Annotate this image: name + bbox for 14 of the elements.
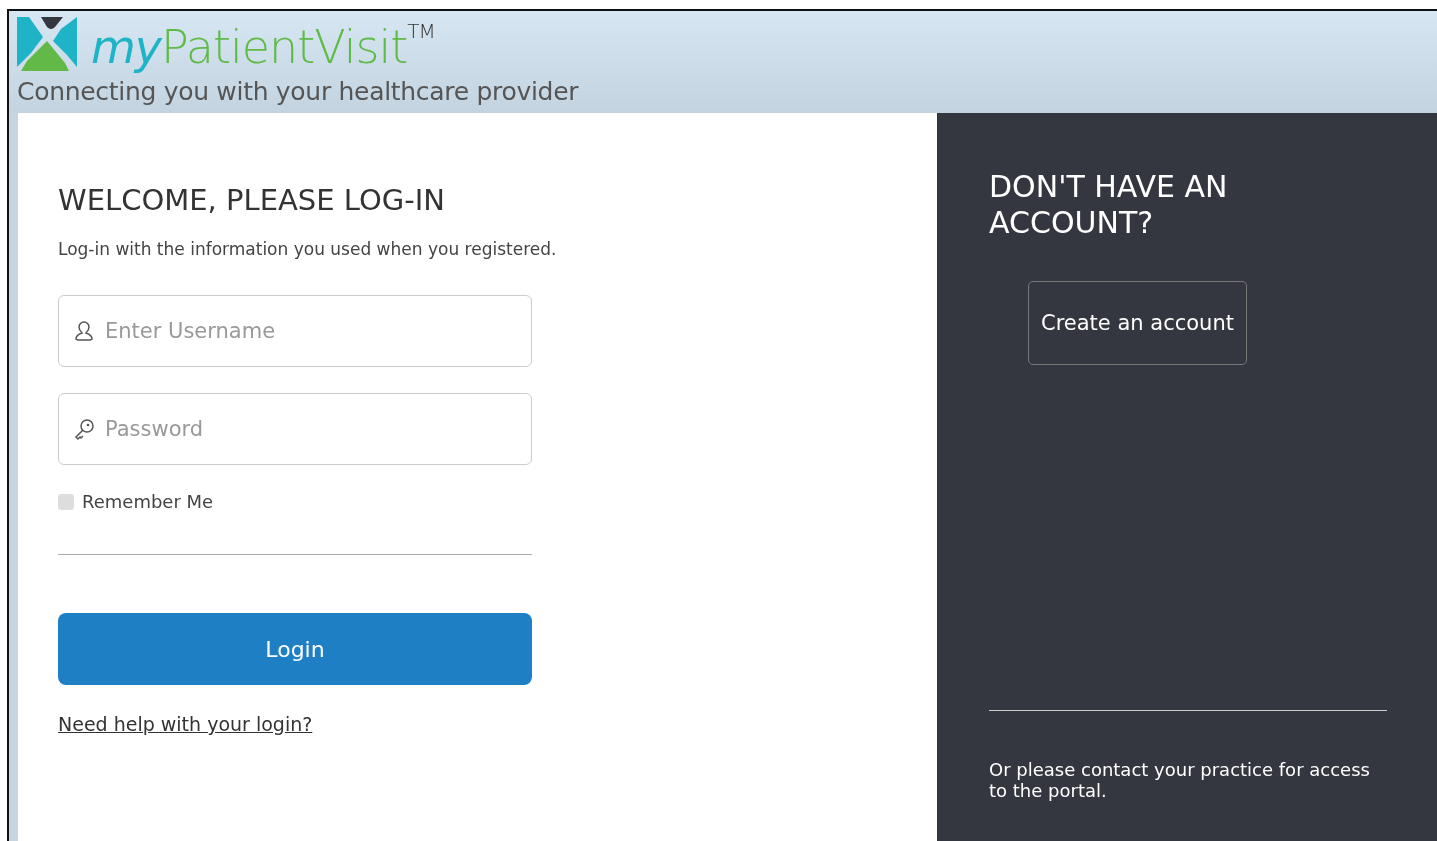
help-link[interactable]: Need help with your login? [58, 713, 313, 735]
login-button[interactable]: Login [58, 613, 532, 685]
signup-title: DON'T HAVE AN ACCOUNT? [989, 169, 1229, 241]
login-title: WELCOME, PLEASE LOG-IN [58, 183, 446, 217]
create-account-button[interactable]: Create an account [1028, 281, 1247, 365]
password-field[interactable]: Password [58, 393, 532, 465]
logo-wordmark: myPatientVisit$^{TM}$ [91, 21, 435, 73]
remember-checkbox[interactable] [58, 493, 74, 510]
logo-icon [17, 15, 77, 73]
login-subtitle: Log-in with the information you used when you registered. [58, 239, 558, 259]
username-field[interactable]: Enter Username [58, 295, 532, 367]
remember-label: Remember Me [82, 491, 214, 512]
contact-note: Or please contact your practice for access to the portal. [989, 759, 1371, 801]
tagline: Connecting you with your healthcare provider [17, 77, 580, 106]
